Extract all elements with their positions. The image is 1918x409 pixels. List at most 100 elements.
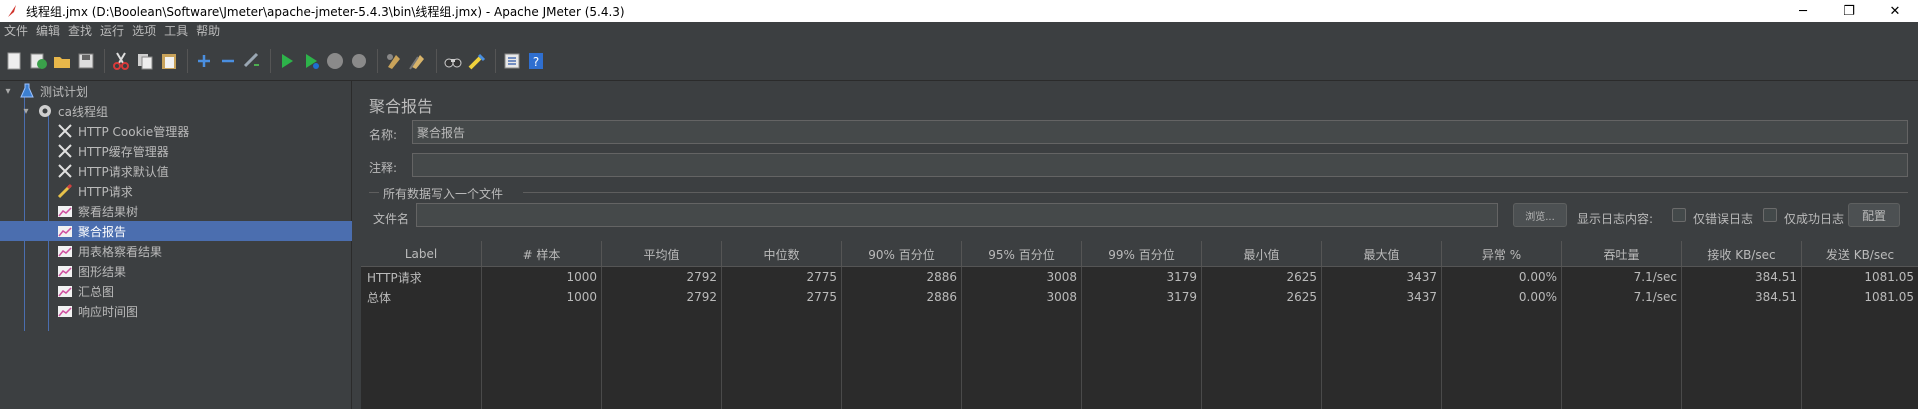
tree-node-response-time-graph[interactable]: 响应时间图 (56, 301, 138, 321)
templates-icon[interactable] (27, 50, 49, 72)
column-header-median[interactable]: 中位数 (722, 241, 842, 267)
paste-icon[interactable] (158, 50, 180, 72)
menu-search[interactable]: 查找 (64, 22, 96, 41)
column-header-max[interactable]: 最大值 (1322, 241, 1442, 267)
tree-node-aggregate-report[interactable]: 聚合报告 (56, 221, 126, 241)
column-header-95-percentile[interactable]: 95% 百分位 (962, 241, 1082, 267)
table-cell: 2775 (722, 287, 842, 307)
tree-node-cookie-manager[interactable]: HTTP Cookie管理器 (56, 121, 189, 141)
tree-node-label: 察看结果树 (78, 204, 139, 219)
filename-field[interactable] (416, 203, 1498, 227)
column-header-received[interactable]: 接收 KB/sec (1682, 241, 1802, 267)
close-button[interactable]: ✕ (1872, 0, 1918, 22)
stop-icon[interactable] (324, 50, 346, 72)
table-row[interactable]: HTTP请求 1000 2792 2775 2886 3008 3179 262… (361, 267, 1918, 287)
name-label: 名称: (369, 128, 398, 142)
tree-node-thread-group[interactable]: ca线程组 (36, 101, 108, 121)
tree-node-test-plan[interactable]: 测试计划 (18, 81, 88, 101)
column-header-90-percentile[interactable]: 90% 百分位 (842, 241, 962, 267)
column-header-average[interactable]: 平均值 (602, 241, 722, 267)
column-header-99-percentile[interactable]: 99% 百分位 (1082, 241, 1202, 267)
column-header-sent[interactable]: 发送 KB/sec (1802, 241, 1918, 267)
menu-options[interactable]: 选项 (128, 22, 160, 41)
tree-node-label: HTTP请求默认值 (78, 164, 169, 179)
table-cell: 2792 (602, 267, 722, 287)
panel-title: 聚合报告 (369, 97, 434, 116)
reset-search-icon[interactable] (466, 50, 488, 72)
toggle-icon[interactable] (241, 50, 263, 72)
test-plan-tree: ▾ 测试计划 ▾ ca线程组 HTTP Cookie管理器 HTTP缓存管理器 … (0, 81, 352, 409)
tree-node-label: 测试计划 (40, 84, 89, 99)
minimize-button[interactable]: ─ (1780, 0, 1826, 22)
function-helper-icon[interactable] (501, 50, 523, 72)
collapse-icon[interactable] (217, 50, 239, 72)
column-header-label[interactable]: Label (361, 241, 482, 267)
configure-button[interactable]: 配置 (1848, 203, 1900, 227)
menu-help[interactable]: 帮助 (192, 22, 224, 41)
help-icon[interactable]: ? (525, 50, 547, 72)
errors-only-checkbox[interactable] (1672, 208, 1686, 222)
open-icon[interactable] (51, 50, 73, 72)
table-cell: 0.00% (1442, 287, 1562, 307)
shutdown-icon[interactable] (348, 50, 370, 72)
comment-field[interactable] (412, 153, 1908, 177)
table-cell: 2625 (1202, 267, 1322, 287)
table-cell: 384.51 (1682, 267, 1802, 287)
chart-icon (56, 302, 74, 320)
table-cell: 2886 (842, 287, 962, 307)
menu-tools[interactable]: 工具 (160, 22, 192, 41)
table-cell: 0.00% (1442, 267, 1562, 287)
window-title: 线程组.jmx (D:\Boolean\Software\Jmeter\apac… (26, 4, 625, 19)
tree-node-summary-graph[interactable]: 汇总图 (56, 281, 114, 301)
tree-selection-highlight (0, 221, 352, 241)
clear-all-icon[interactable] (407, 50, 429, 72)
menu-bar: 文件 编辑 查找 运行 选项 工具 帮助 (0, 22, 1918, 41)
search-icon[interactable] (442, 50, 464, 72)
table-cell: 1081.05 (1864, 270, 1914, 284)
file-group-label: 所有数据写入一个文件 (383, 187, 504, 201)
errors-only-label: 仅错误日志 (1693, 212, 1754, 226)
success-only-checkbox[interactable] (1763, 208, 1777, 222)
cut-icon[interactable] (110, 50, 132, 72)
browse-button[interactable]: 浏览... (1513, 203, 1567, 227)
start-icon[interactable] (276, 50, 298, 72)
tree-node-view-results-tree[interactable]: 察看结果树 (56, 201, 138, 221)
aggregate-report-panel: 聚合报告 名称: 聚合报告 注释: 所有数据写入一个文件 文件名 浏览... 显… (355, 81, 1918, 409)
save-icon[interactable] (75, 50, 97, 72)
tree-node-view-results-table[interactable]: 用表格察看结果 (56, 241, 162, 261)
chart-icon (56, 282, 74, 300)
expand-icon[interactable] (193, 50, 215, 72)
column-header-samples[interactable]: # 样本 (482, 241, 602, 267)
clear-icon[interactable] (383, 50, 405, 72)
tree-node-cache-manager[interactable]: HTTP缓存管理器 (56, 141, 169, 161)
column-header-error-pct[interactable]: 异常 % (1442, 241, 1562, 267)
pen-icon (56, 182, 74, 200)
column-header-throughput[interactable]: 吞吐量 (1562, 241, 1682, 267)
start-no-pause-icon[interactable] (300, 50, 322, 72)
tree-node-graph-results[interactable]: 图形结果 (56, 261, 126, 281)
maximize-button[interactable]: ❐ (1826, 0, 1872, 22)
menu-run[interactable]: 运行 (96, 22, 128, 41)
table-cell: 3179 (1082, 267, 1202, 287)
name-field[interactable]: 聚合报告 (412, 120, 1908, 144)
tree-node-http-request[interactable]: HTTP请求 (56, 181, 133, 201)
table-cell: 3008 (962, 287, 1082, 307)
table-row[interactable]: 总体 1000 2792 2775 2886 3008 3179 2625 34… (361, 287, 1918, 307)
column-header-min[interactable]: 最小值 (1202, 241, 1322, 267)
new-icon[interactable] (3, 50, 25, 72)
chart-icon (56, 262, 74, 280)
menu-edit[interactable]: 编辑 (32, 22, 64, 41)
table-cell: 7.1/sec (1562, 267, 1682, 287)
title-bar: 线程组.jmx (D:\Boolean\Software\Jmeter\apac… (0, 0, 1918, 22)
thread-group-collapse-toggle[interactable]: ▾ (21, 106, 31, 117)
table-cell: 2886 (842, 267, 962, 287)
tree-node-request-defaults[interactable]: HTTP请求默认值 (56, 161, 169, 181)
tree-node-label: 聚合报告 (78, 224, 127, 239)
table-cell: 384.51 (1682, 287, 1802, 307)
menu-file[interactable]: 文件 (0, 22, 32, 41)
wrench-icon (56, 122, 74, 140)
tree-node-label: 汇总图 (78, 284, 115, 299)
chart-icon (56, 222, 74, 240)
root-collapse-toggle[interactable]: ▾ (3, 86, 13, 97)
copy-icon[interactable] (134, 50, 156, 72)
